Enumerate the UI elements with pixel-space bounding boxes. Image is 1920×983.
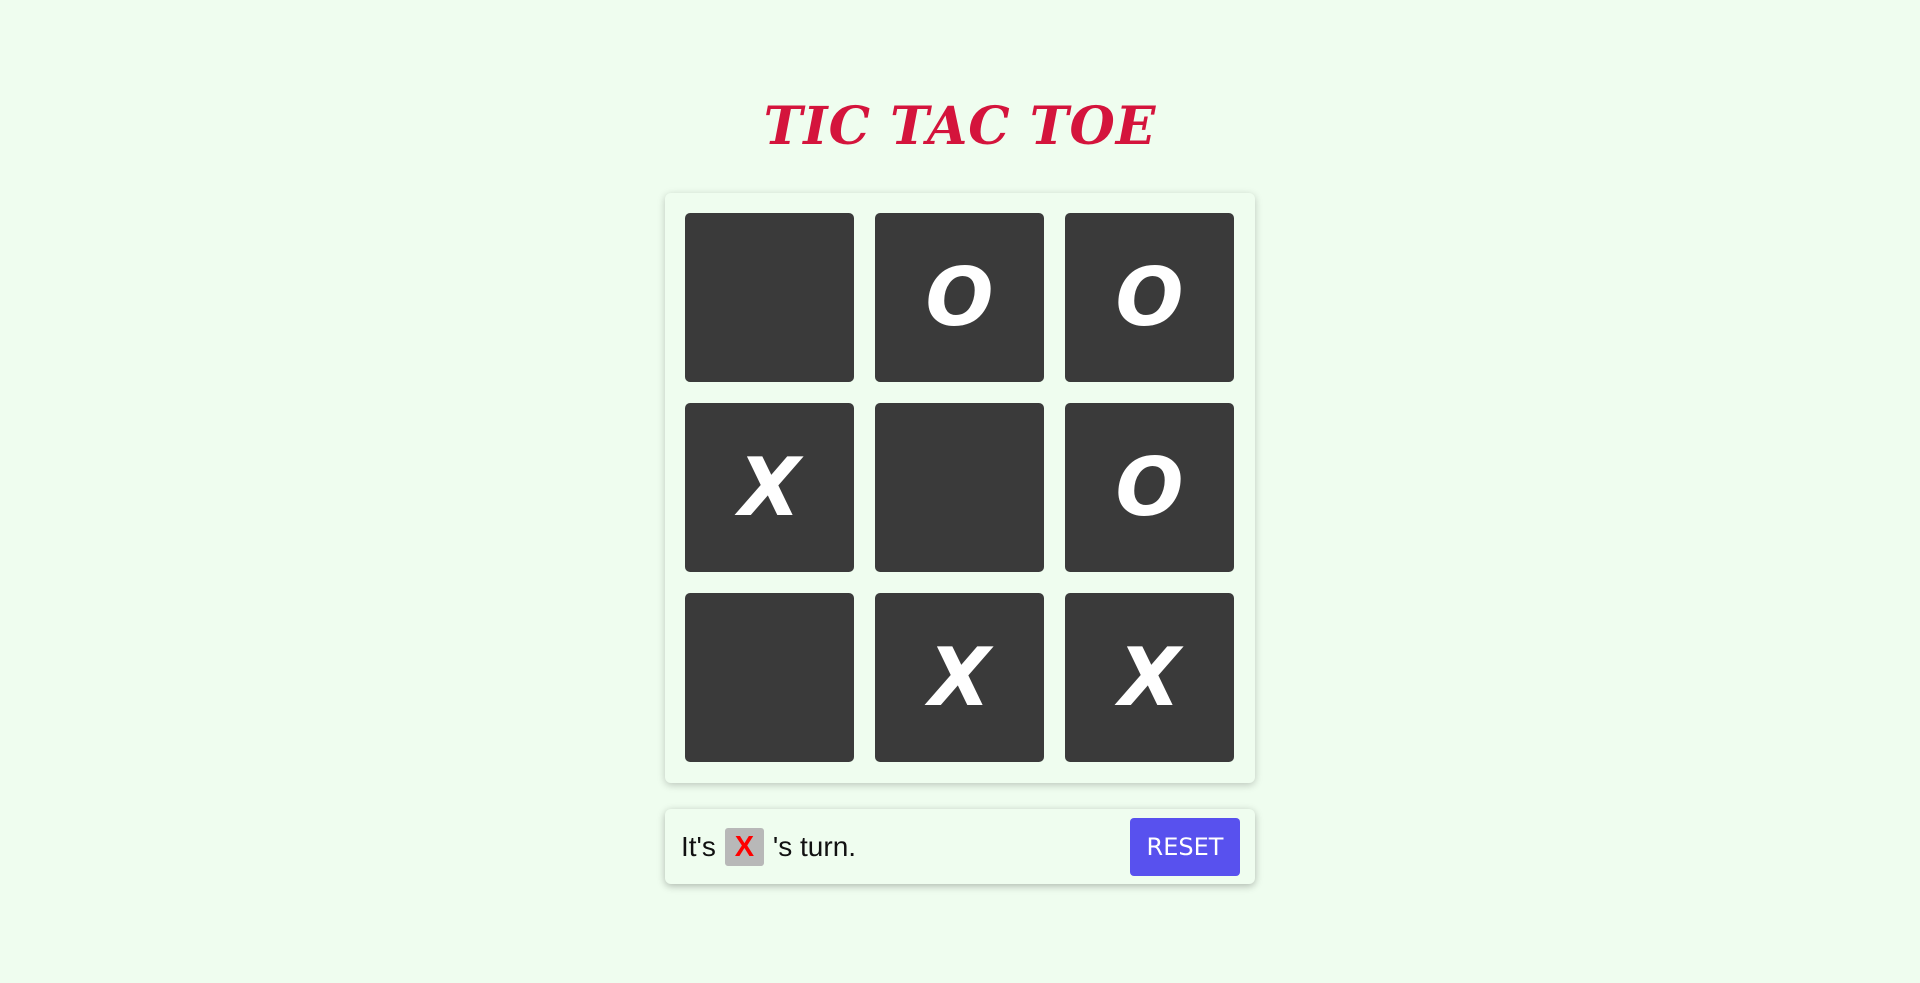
board-cell[interactable]: O <box>875 213 1044 382</box>
turn-prefix: It's <box>681 830 716 862</box>
current-player-badge: X <box>724 827 764 866</box>
board-cell[interactable]: X <box>875 593 1044 762</box>
game-title: TIC TAC TOE <box>763 96 1157 157</box>
board-cell[interactable]: O <box>1065 403 1234 572</box>
board-cell[interactable] <box>685 213 854 382</box>
game-page: TIC TAC TOE O O X O X X It's X 's turn. … <box>0 0 1920 983</box>
turn-indicator: It's X 's turn. <box>681 827 857 866</box>
board-cell[interactable] <box>875 403 1044 572</box>
board-cell[interactable]: X <box>1065 593 1234 762</box>
reset-button[interactable]: RESET <box>1130 817 1240 876</box>
game-board: O O X O X X <box>665 193 1255 783</box>
turn-suffix: 's turn. <box>772 830 857 862</box>
board-cell[interactable]: X <box>685 403 854 572</box>
status-bar: It's X 's turn. RESET <box>665 809 1255 884</box>
board-cell[interactable]: O <box>1065 213 1234 382</box>
board-cell[interactable] <box>685 593 854 762</box>
